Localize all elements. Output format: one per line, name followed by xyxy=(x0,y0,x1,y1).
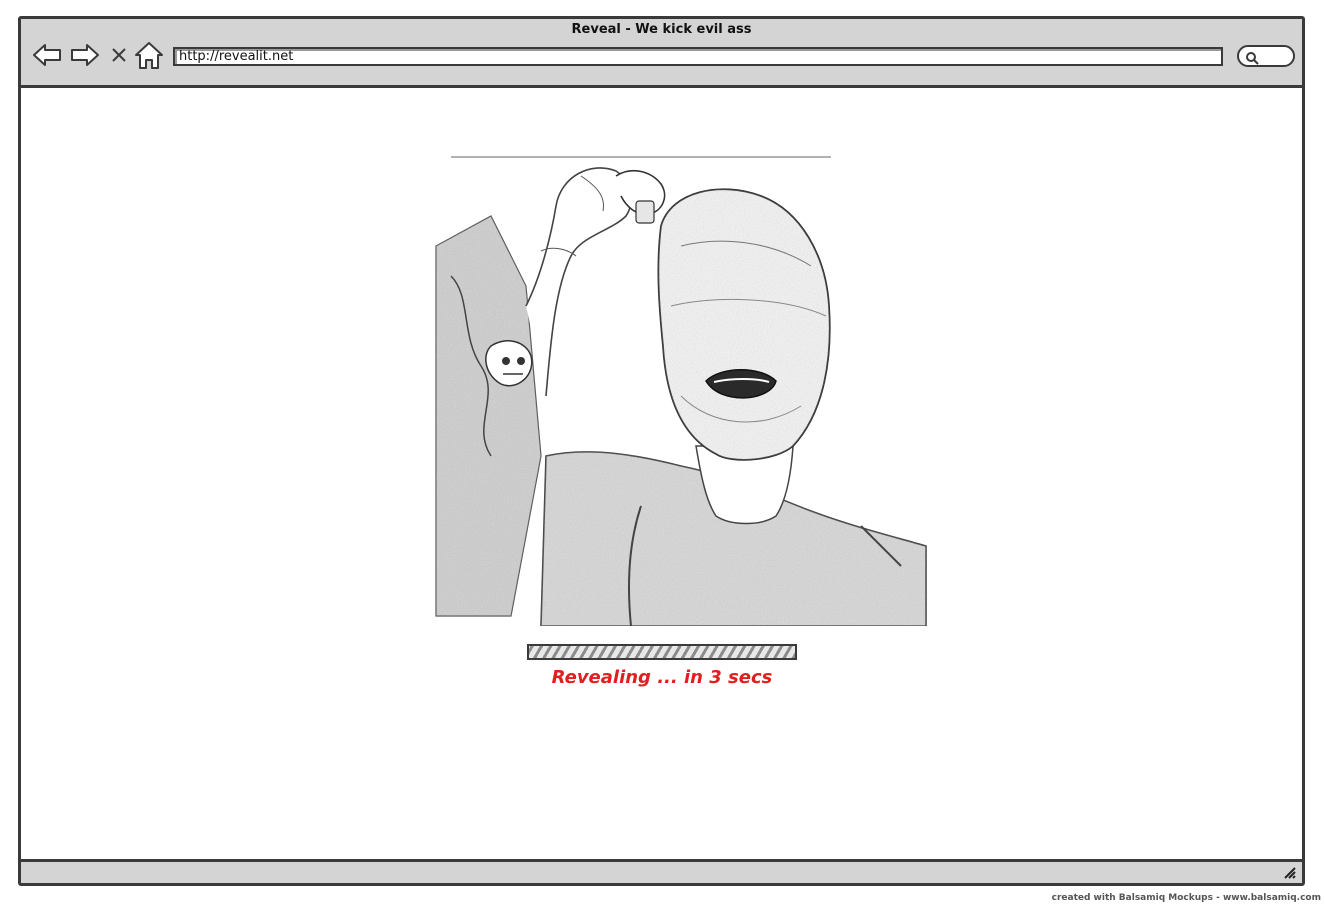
page-content: Revealing ... in 3 secs xyxy=(21,88,1302,859)
forward-arrow-icon[interactable] xyxy=(69,39,101,71)
back-arrow-icon[interactable] xyxy=(31,39,63,71)
address-text: http://revealit.net xyxy=(179,49,294,64)
status-bar xyxy=(21,859,1302,883)
reveal-progress-bar xyxy=(527,644,797,660)
search-field[interactable] xyxy=(1237,45,1295,67)
window-title: Reveal - We kick evil ass xyxy=(571,22,752,37)
masked-person-image xyxy=(431,156,931,627)
browser-window: Reveal - We kick evil ass http://reveali… xyxy=(18,16,1305,886)
balsamiq-credit: created with Balsamiq Mockups - www.bals… xyxy=(1051,893,1321,903)
reveal-countdown-text: Revealing ... in 3 secs xyxy=(551,667,773,688)
resize-grip-icon[interactable] xyxy=(1282,865,1298,881)
address-bar[interactable]: http://revealit.net xyxy=(173,47,1223,66)
home-icon[interactable] xyxy=(133,39,165,71)
browser-chrome: Reveal - We kick evil ass http://reveali… xyxy=(21,19,1302,88)
page: Reveal - We kick evil ass http://reveali… xyxy=(0,0,1325,906)
stop-x-icon[interactable] xyxy=(107,39,131,71)
search-icon xyxy=(1245,50,1259,65)
reveal-progress-fill xyxy=(529,646,795,658)
